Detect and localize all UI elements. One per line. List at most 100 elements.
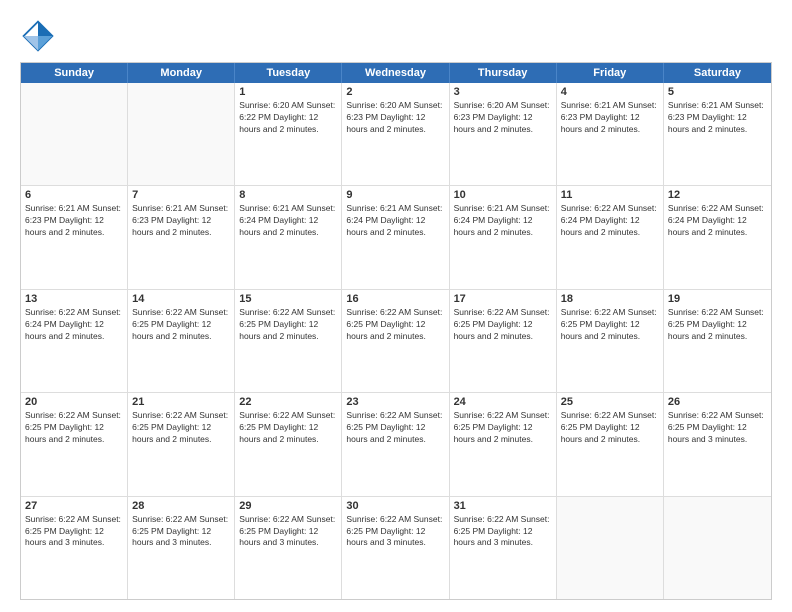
calendar-cell: 17 Sunrise: 6:22 AM Sunset: 6:25 PM Dayli… — [450, 290, 557, 392]
cell-text: Sunrise: 6:22 AM Sunset: 6:25 PM Dayligh… — [454, 307, 552, 343]
cell-text: Sunrise: 6:22 AM Sunset: 6:25 PM Dayligh… — [25, 514, 123, 550]
calendar-cell — [664, 497, 771, 599]
day-number: 26 — [668, 396, 767, 408]
page: SundayMondayTuesdayWednesdayThursdayFrid… — [0, 0, 792, 612]
calendar-cell: 8 Sunrise: 6:21 AM Sunset: 6:24 PM Daylig… — [235, 186, 342, 288]
cell-text: Sunrise: 6:22 AM Sunset: 6:24 PM Dayligh… — [25, 307, 123, 343]
cell-text: Sunrise: 6:22 AM Sunset: 6:25 PM Dayligh… — [239, 410, 337, 446]
cell-text: Sunrise: 6:22 AM Sunset: 6:25 PM Dayligh… — [668, 307, 767, 343]
calendar-cell: 9 Sunrise: 6:21 AM Sunset: 6:24 PM Daylig… — [342, 186, 449, 288]
cell-text: Sunrise: 6:21 AM Sunset: 6:23 PM Dayligh… — [561, 100, 659, 136]
cell-text: Sunrise: 6:22 AM Sunset: 6:25 PM Dayligh… — [668, 410, 767, 446]
calendar-cell: 21Sunrise: 6:22 AM Sunset: 6:25 PM Dayli… — [128, 393, 235, 495]
cell-text: Sunrise: 6:22 AM Sunset: 6:25 PM Dayligh… — [346, 514, 444, 550]
calendar-cell: 27 Sunrise: 6:22 AM Sunset: 6:25 PM Dayli… — [21, 497, 128, 599]
day-number: 20 — [25, 396, 123, 408]
logo — [20, 18, 60, 54]
calendar-week: 13 Sunrise: 6:22 AM Sunset: 6:24 PM Dayli… — [21, 290, 771, 393]
calendar-week: 27 Sunrise: 6:22 AM Sunset: 6:25 PM Dayli… — [21, 497, 771, 599]
day-number: 30 — [346, 500, 444, 512]
cell-text: Sunrise: 6:20 AM Sunset: 6:23 PM Dayligh… — [346, 100, 444, 136]
header — [20, 18, 772, 54]
calendar-cell: 20 Sunrise: 6:22 AM Sunset: 6:25 PM Dayli… — [21, 393, 128, 495]
logo-icon — [20, 18, 56, 54]
day-number: 28 — [132, 500, 230, 512]
calendar-cell — [128, 83, 235, 185]
day-number: 19 — [668, 293, 767, 305]
cell-text: Sunrise: 6:22 AM Sunset: 6:25 PM Dayligh… — [454, 514, 552, 550]
calendar-cell: 11 Sunrise: 6:22 AM Sunset: 6:24 PM Dayli… — [557, 186, 664, 288]
day-number: 12 — [668, 189, 767, 201]
cell-text: Sunrise: 6:20 AM Sunset: 6:22 PM Dayligh… — [239, 100, 337, 136]
calendar-cell: 22 Sunrise: 6:22 AM Sunset: 6:25 PM Dayli… — [235, 393, 342, 495]
cell-text: Sunrise: 6:21 AM Sunset: 6:24 PM Dayligh… — [239, 203, 337, 239]
calendar-cell: 14 Sunrise: 6:22 AM Sunset: 6:25 PM Dayli… — [128, 290, 235, 392]
day-number: 23 — [346, 396, 444, 408]
calendar-cell: 16 Sunrise: 6:22 AM Sunset: 6:25 PM Dayli… — [342, 290, 449, 392]
day-number: 10 — [454, 189, 552, 201]
day-number: 2 — [346, 86, 444, 98]
cell-text: Sunrise: 6:22 AM Sunset: 6:24 PM Dayligh… — [561, 203, 659, 239]
day-number: 27 — [25, 500, 123, 512]
calendar-cell: 30 Sunrise: 6:22 AM Sunset: 6:25 PM Dayli… — [342, 497, 449, 599]
calendar-cell: 23 Sunrise: 6:22 AM Sunset: 6:25 PM Dayli… — [342, 393, 449, 495]
calendar-cell — [557, 497, 664, 599]
calendar-week: 6 Sunrise: 6:21 AM Sunset: 6:23 PM Daylig… — [21, 186, 771, 289]
calendar-cell — [21, 83, 128, 185]
day-number: 21 — [132, 396, 230, 408]
calendar-cell: 1Sunrise: 6:20 AM Sunset: 6:22 PM Daylig… — [235, 83, 342, 185]
calendar-cell: 5Sunrise: 6:21 AM Sunset: 6:23 PM Daylig… — [664, 83, 771, 185]
cell-text: Sunrise: 6:22 AM Sunset: 6:25 PM Dayligh… — [239, 307, 337, 343]
calendar-cell: 25 Sunrise: 6:22 AM Sunset: 6:25 PM Dayli… — [557, 393, 664, 495]
calendar-header-cell: Wednesday — [342, 63, 449, 83]
cell-text: Sunrise: 6:21 AM Sunset: 6:23 PM Dayligh… — [668, 100, 767, 136]
day-number: 22 — [239, 396, 337, 408]
day-number: 25 — [561, 396, 659, 408]
day-number: 8 — [239, 189, 337, 201]
day-number: 29 — [239, 500, 337, 512]
day-number: 3 — [454, 86, 552, 98]
day-number: 4 — [561, 86, 659, 98]
cell-text: Sunrise: 6:22 AM Sunset: 6:25 PM Dayligh… — [346, 410, 444, 446]
cell-text: Sunrise: 6:22 AM Sunset: 6:25 PM Dayligh… — [132, 307, 230, 343]
calendar-header-cell: Sunday — [21, 63, 128, 83]
calendar-cell: 19 Sunrise: 6:22 AM Sunset: 6:25 PM Dayli… — [664, 290, 771, 392]
calendar-cell: 28Sunrise: 6:22 AM Sunset: 6:25 PM Dayli… — [128, 497, 235, 599]
cell-text: Sunrise: 6:22 AM Sunset: 6:25 PM Dayligh… — [239, 514, 337, 550]
day-number: 18 — [561, 293, 659, 305]
day-number: 11 — [561, 189, 659, 201]
cell-text: Sunrise: 6:21 AM Sunset: 6:24 PM Dayligh… — [346, 203, 444, 239]
cell-text: Sunrise: 6:22 AM Sunset: 6:25 PM Dayligh… — [25, 410, 123, 446]
calendar-cell: 2 Sunrise: 6:20 AM Sunset: 6:23 PM Daylig… — [342, 83, 449, 185]
calendar-cell: 10Sunrise: 6:21 AM Sunset: 6:24 PM Dayli… — [450, 186, 557, 288]
calendar-header-cell: Friday — [557, 63, 664, 83]
calendar-cell: 13 Sunrise: 6:22 AM Sunset: 6:24 PM Dayli… — [21, 290, 128, 392]
calendar-cell: 4 Sunrise: 6:21 AM Sunset: 6:23 PM Daylig… — [557, 83, 664, 185]
calendar-cell: 26 Sunrise: 6:22 AM Sunset: 6:25 PM Dayli… — [664, 393, 771, 495]
cell-text: Sunrise: 6:21 AM Sunset: 6:23 PM Dayligh… — [25, 203, 123, 239]
calendar-header-cell: Thursday — [450, 63, 557, 83]
calendar-cell: 12 Sunrise: 6:22 AM Sunset: 6:24 PM Dayli… — [664, 186, 771, 288]
day-number: 7 — [132, 189, 230, 201]
calendar-cell: 18Sunrise: 6:22 AM Sunset: 6:25 PM Dayli… — [557, 290, 664, 392]
cell-text: Sunrise: 6:22 AM Sunset: 6:25 PM Dayligh… — [454, 410, 552, 446]
day-number: 31 — [454, 500, 552, 512]
cell-text: Sunrise: 6:22 AM Sunset: 6:24 PM Dayligh… — [668, 203, 767, 239]
day-number: 6 — [25, 189, 123, 201]
day-number: 24 — [454, 396, 552, 408]
calendar-cell: 24 Sunrise: 6:22 AM Sunset: 6:25 PM Dayli… — [450, 393, 557, 495]
day-number: 17 — [454, 293, 552, 305]
calendar-header-row: SundayMondayTuesdayWednesdayThursdayFrid… — [21, 63, 771, 83]
calendar-week: 20 Sunrise: 6:22 AM Sunset: 6:25 PM Dayli… — [21, 393, 771, 496]
cell-text: Sunrise: 6:22 AM Sunset: 6:25 PM Dayligh… — [561, 410, 659, 446]
day-number: 9 — [346, 189, 444, 201]
day-number: 14 — [132, 293, 230, 305]
calendar-cell: 3Sunrise: 6:20 AM Sunset: 6:23 PM Daylig… — [450, 83, 557, 185]
day-number: 13 — [25, 293, 123, 305]
calendar: SundayMondayTuesdayWednesdayThursdayFrid… — [20, 62, 772, 600]
calendar-cell: 29 Sunrise: 6:22 AM Sunset: 6:25 PM Dayli… — [235, 497, 342, 599]
day-number: 16 — [346, 293, 444, 305]
cell-text: Sunrise: 6:22 AM Sunset: 6:25 PM Dayligh… — [346, 307, 444, 343]
calendar-header-cell: Monday — [128, 63, 235, 83]
calendar-cell: 31 Sunrise: 6:22 AM Sunset: 6:25 PM Dayli… — [450, 497, 557, 599]
